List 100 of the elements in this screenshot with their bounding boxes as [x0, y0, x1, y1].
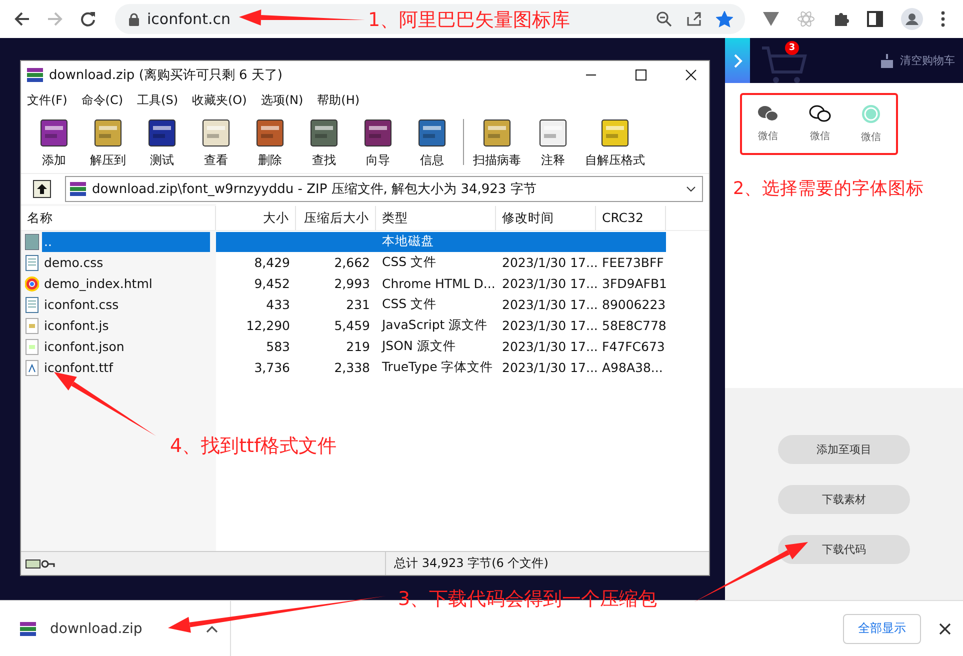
table-cell-text: Chrome HTML D...: [381, 276, 496, 291]
font-file-icon: [25, 360, 39, 376]
table-cell-text: 583: [265, 339, 291, 354]
table-cell-text: JSON 源文件: [380, 338, 457, 355]
browser-icon: [25, 276, 39, 292]
column-header[interactable]: 压缩后大小: [296, 206, 376, 230]
url-text: iconfont.cn: [147, 10, 230, 28]
table-cell-text: 2023/1/30 17...: [501, 318, 596, 333]
table-cell-text: 3FD9AFB1: [601, 276, 666, 291]
chevron-down-icon: [686, 186, 696, 192]
zoom-icon[interactable]: [656, 11, 672, 27]
table-cell-text: 2023/1/30 17...: [501, 360, 596, 375]
cart-count-badge: 3: [785, 41, 799, 55]
table-cell-text: CSS 文件: [381, 254, 438, 271]
text-file-icon: [25, 296, 39, 312]
menu-icon[interactable]: [941, 11, 945, 27]
icon-label: 微信: [810, 130, 830, 143]
table-cell-text: 58E8C778: [601, 318, 666, 333]
toolbar-button[interactable]: 查找: [297, 116, 351, 168]
lock-icon: [129, 12, 139, 26]
table-cell-text: F47FC673: [601, 339, 666, 354]
action-button[interactable]: 下载素材: [778, 485, 910, 514]
annotation-text: 1、阿里巴巴矢量图标库: [368, 8, 570, 33]
table-cell-text: 231: [345, 297, 371, 312]
annotation-text: 2、选择需要的字体图标: [733, 178, 924, 200]
column-header[interactable]: 名称: [21, 206, 216, 230]
table-cell-text: 89006223: [601, 297, 666, 312]
window-title: download.zip (离购买许可只剩 6 天了): [49, 67, 282, 84]
status-text: 总计 34,923 字节(6 个文件): [393, 555, 548, 572]
table-cell-text: 9,452: [253, 276, 291, 291]
table-cell-text: 219: [345, 339, 371, 354]
menu-item[interactable]: 文件(F): [27, 92, 68, 108]
menu-item[interactable]: 命令(C): [81, 92, 124, 108]
up-folder-button[interactable]: [33, 180, 51, 198]
table-cell-text: 2,993: [333, 276, 371, 291]
toolbar-button[interactable]: 解压到: [81, 116, 135, 168]
column-header[interactable]: CRC32: [596, 206, 666, 230]
toolbar-button[interactable]: 删除: [243, 116, 297, 168]
clear-cart-link[interactable]: 清空购物车: [900, 53, 955, 68]
maximize-icon[interactable]: [635, 69, 647, 81]
close-icon[interactable]: [685, 69, 697, 81]
avatar-icon[interactable]: [901, 8, 923, 30]
sidebar-icon[interactable]: [867, 11, 883, 27]
table-cell-text: 8,429: [253, 255, 291, 270]
share-icon[interactable]: [686, 11, 702, 27]
annotation-text: 4、找到ttf格式文件: [170, 434, 337, 459]
menu-item[interactable]: 收藏夹(O): [192, 92, 247, 108]
bookmark-star-icon[interactable]: [716, 10, 733, 28]
table-cell-text: 12,290: [245, 318, 291, 333]
table-cell-text: 2,662: [333, 255, 371, 270]
v-shape-icon[interactable]: [763, 12, 779, 26]
table-cell-text: FEE73BFF: [601, 255, 665, 270]
chat-bubbles-icon[interactable]: [757, 105, 779, 123]
menu-item[interactable]: 选项(N): [260, 92, 304, 108]
file-name[interactable]: demo_index.html: [42, 274, 210, 294]
file-name[interactable]: ..: [42, 232, 210, 252]
toolbar-button[interactable]: 信息: [405, 116, 459, 168]
table-cell-text: JavaScript 源文件: [380, 317, 489, 334]
table-cell-text: 433: [265, 297, 291, 312]
back-icon[interactable]: [14, 11, 30, 27]
toolbar-button[interactable]: 查看: [189, 116, 243, 168]
show-all-button[interactable]: 全部显示: [843, 614, 921, 644]
chat-bubbles-icon[interactable]: [809, 105, 831, 123]
file-name[interactable]: demo.css: [42, 252, 210, 272]
action-button[interactable]: 下载代码: [778, 535, 910, 564]
close-icon[interactable]: [939, 622, 951, 634]
toolbar-button[interactable]: 测试: [135, 116, 189, 168]
download-file-name[interactable]: download.zip: [50, 620, 142, 636]
toolbar-button[interactable]: 向导: [351, 116, 405, 168]
toolbar-button[interactable]: 注释: [526, 116, 580, 168]
table-cell-text: 2023/1/30 17...: [501, 276, 596, 291]
toolbar-button[interactable]: 自解压格式: [580, 116, 650, 168]
chevron-right-icon: [732, 52, 742, 68]
toolbar-button[interactable]: 扫描病毒: [468, 116, 526, 168]
collapse-button[interactable]: [725, 38, 750, 83]
file-name[interactable]: iconfont.css: [42, 294, 210, 314]
table-cell-text: 2023/1/30 17...: [501, 339, 596, 354]
table-cell-text: A98A38...: [601, 360, 664, 375]
menu-item[interactable]: 工具(S): [137, 92, 178, 108]
reload-icon[interactable]: [80, 11, 96, 27]
drive-key-icon: [25, 558, 55, 570]
broom-icon[interactable]: [880, 54, 894, 68]
column-header[interactable]: 类型: [376, 206, 496, 230]
table-cell-text: CSS 文件: [381, 296, 438, 313]
table-cell-text: 2023/1/30 17...: [501, 255, 596, 270]
column-header[interactable]: 修改时间: [496, 206, 596, 230]
file-name[interactable]: iconfont.ttf: [42, 358, 210, 378]
action-button[interactable]: 添加至项目: [778, 435, 910, 464]
text-file-icon: [25, 254, 39, 270]
file-name[interactable]: iconfont.json: [42, 336, 210, 356]
cart-icon: [760, 44, 808, 84]
menu-item[interactable]: 帮助(H): [317, 92, 360, 108]
caret-icon[interactable]: [206, 624, 218, 632]
toolbar-button[interactable]: 添加: [27, 116, 81, 168]
file-name[interactable]: iconfont.js: [42, 316, 210, 336]
table-cell-text: 本地磁盘: [381, 233, 435, 250]
puzzle-icon[interactable]: [833, 11, 849, 27]
table-cell-text: TrueType 字体文件: [381, 359, 494, 376]
column-header[interactable]: 大小: [216, 206, 296, 230]
path-dropdown[interactable]: download.zip\font_w9rnzyyddu - ZIP 压缩文件, 解包大小为 34,923 字节: [65, 176, 703, 202]
